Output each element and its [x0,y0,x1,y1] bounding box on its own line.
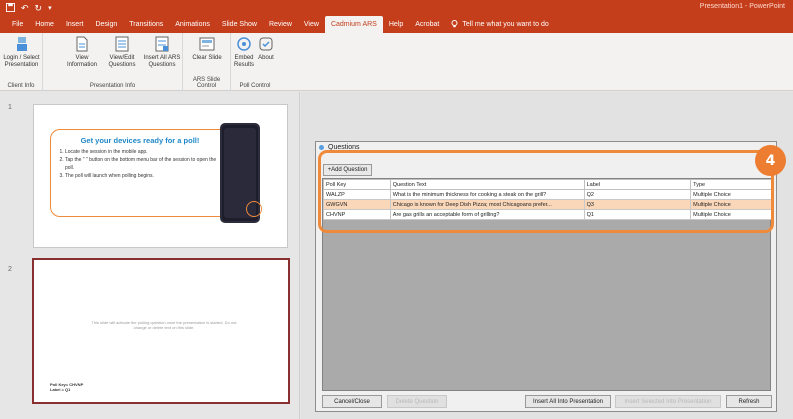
slide-thumbnail-1[interactable]: Get your devices ready for a poll! Locat… [33,104,288,248]
group-poll-control: Embed Results About Poll Control [231,33,279,91]
cancel-close-button[interactable]: Cancel/Close [322,395,382,408]
undo-icon[interactable]: ↶ [21,3,29,14]
instruction-step: The poll will launch when polling begins… [65,172,223,180]
lightbulb-icon [451,19,458,30]
phone-image [220,123,262,223]
clear-slide-icon [199,36,215,52]
tab-file[interactable]: File [6,16,29,33]
instruction-step: Tap the " " button on the bottom menu ba… [65,156,223,172]
insert-all-into-presentation-button[interactable]: Insert All Into Presentation [525,395,611,408]
tab-transitions[interactable]: Transitions [123,16,169,33]
view-information-button[interactable]: View Information [65,36,99,69]
poll-instructions-callout: Get your devices ready for a poll! Locat… [50,129,230,217]
step-badge: 4 [755,145,786,176]
target-icon [236,36,252,52]
tab-help[interactable]: Help [383,16,409,33]
tab-animations[interactable]: Animations [169,16,216,33]
refresh-button[interactable]: Refresh [726,395,772,408]
title-bar: ↶ ↻ ▾ Presentation1 - PowerPoint [0,0,793,16]
ribbon: Login / Select Presentation Client Info … [0,33,793,91]
tell-me-box[interactable]: Tell me what you want to do [445,16,554,33]
app-icon [319,145,324,150]
quick-access-toolbar: ↶ ↻ ▾ [6,2,52,14]
insert-all-ars-questions-button[interactable]: Insert All ARS Questions [143,36,181,69]
tell-me-label: Tell me what you want to do [462,21,549,28]
callout-highlight-box [318,150,774,233]
about-button[interactable]: About [255,36,277,62]
login-icon [14,36,30,52]
poll-button-highlight [246,201,262,217]
slide-number-1: 1 [8,104,12,111]
poll-key-label: Poll Key= CHVNP Label = Q1 [50,382,84,392]
insert-selected-into-presentation-button[interactable]: Insert Selected Into Presentation [615,395,721,408]
tab-view[interactable]: View [298,16,325,33]
slide-number-2: 2 [8,266,12,273]
slide-notice: This slide will activate the polling que… [91,320,237,330]
tab-design[interactable]: Design [89,16,123,33]
slide-heading: Get your devices ready for a poll! [80,136,200,145]
insert-list-icon [154,36,170,52]
embed-results-button[interactable]: Embed Results [233,36,255,69]
tab-acrobat[interactable]: Acrobat [409,16,445,33]
clear-slide-button[interactable]: Clear Slide [187,36,227,62]
login-select-presentation-button[interactable]: Login / Select Presentation [1,36,42,69]
tab-insert[interactable]: Insert [60,16,90,33]
tab-home[interactable]: Home [29,16,60,33]
group-presentation-info: View Information View/Edit Questions Ins… [43,33,183,91]
about-icon [258,36,274,52]
window-title: Presentation1 - PowerPoint [699,3,785,10]
tab-review[interactable]: Review [263,16,298,33]
group-client-info: Login / Select Presentation Client Info [0,33,43,91]
instruction-step: Locate the session in the mobile app. [65,148,223,156]
tab-cadmium-ars[interactable]: Cadmium ARS [324,16,383,33]
slide-thumbnail-2[interactable]: This slide will activate the polling que… [32,258,290,404]
tab-slide-show[interactable]: Slide Show [216,16,263,33]
group-ars-slide-control: Clear Slide ARS Slide Control [183,33,231,91]
redo-icon[interactable]: ↻ [35,3,43,14]
view-edit-questions-button[interactable]: View/Edit Questions [105,36,139,69]
save-icon[interactable] [6,2,15,14]
list-icon [114,36,130,52]
ribbon-tabs: File Home Insert Design Transitions Anim… [0,16,793,33]
document-icon [74,36,90,52]
delete-question-button[interactable]: Delete Question [387,395,447,408]
customize-icon[interactable]: ▾ [48,4,52,12]
instruction-list: Locate the session in the mobile app. Ta… [57,148,223,180]
